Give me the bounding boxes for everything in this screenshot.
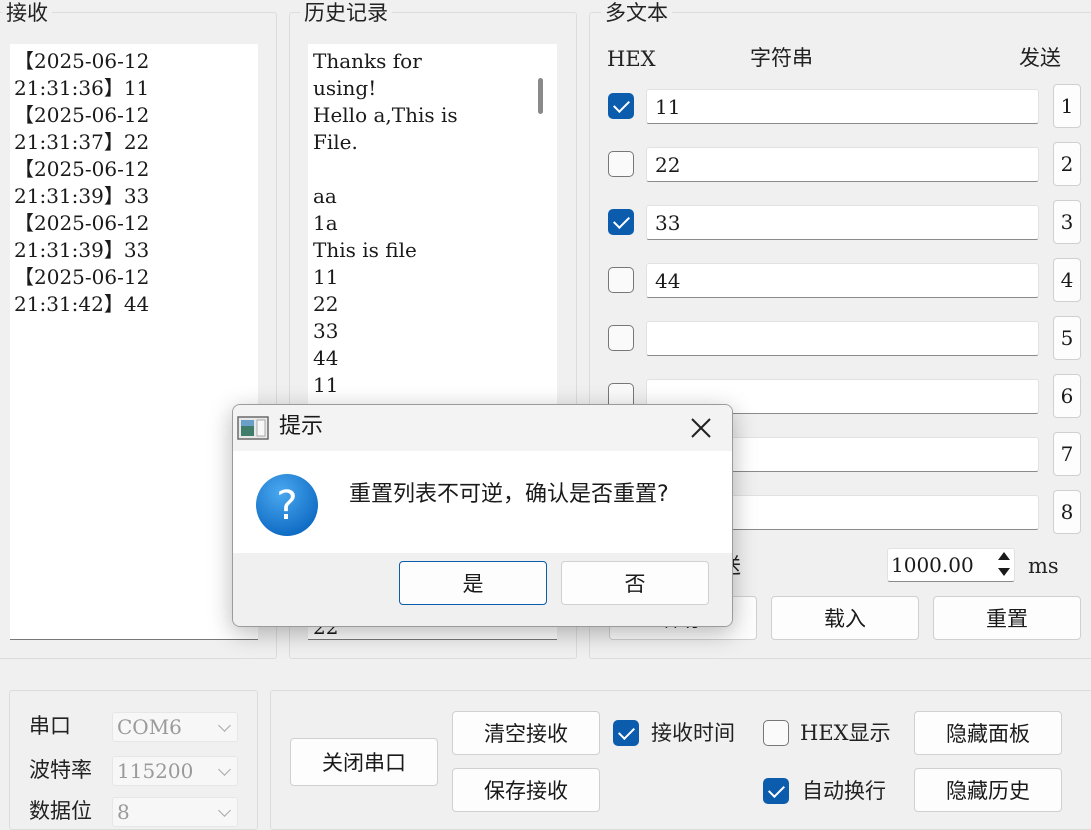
hex-checkbox-1[interactable] [608,93,634,119]
chevron-down-icon [218,763,231,776]
hex-display-label[interactable]: HEX显示 [800,720,891,746]
question-icon: ? [256,474,318,536]
receive-text-area[interactable]: 【2025-06-12 21:31:36】11 【2025-06-12 21:3… [10,44,258,640]
save-receive-label: 保存接收 [484,779,568,803]
receive-time-checkbox[interactable] [613,720,639,746]
dialog-title: 提示 [279,414,324,439]
svg-text:?: ? [276,483,297,529]
port-select[interactable]: COM6 [112,712,238,742]
yes-label: 是 [462,572,484,596]
history-list[interactable]: Thanks for using! Hello a,This is File. … [308,44,524,424]
multi-text-group-title: 多文本 [601,1,672,25]
auto-wrap-checkbox[interactable] [763,778,789,804]
send-button-6[interactable]: 6 [1053,374,1081,418]
baud-label: 波特率 [29,758,92,782]
dialog-message: 重置列表不可逆，确认是否重置? [349,482,669,507]
close-port-label: 关闭串口 [322,751,406,775]
no-button[interactable]: 否 [561,561,709,605]
spin-down-icon[interactable] [998,568,1010,576]
history-scrollbar[interactable] [524,44,557,424]
hide-panel-label: 隐藏面板 [946,722,1030,746]
load-label: 载入 [824,607,866,631]
confirm-dialog: 提示 ? 重置列表不可逆，确认是否重置? 是 否 [232,404,733,627]
clear-receive-button[interactable]: 清空接收 [452,711,600,755]
baud-value: 115200 [117,759,194,783]
send-column-header: 发送 [1019,46,1061,70]
clear-receive-label: 清空接收 [484,722,568,746]
reset-label: 重置 [986,607,1028,631]
send-button-1[interactable]: 1 [1053,84,1081,128]
string-input-5[interactable] [646,321,1039,356]
interval-value: 1000.00 [891,553,974,577]
port-label: 串口 [29,714,71,738]
chevron-down-icon [218,719,231,732]
hide-history-button[interactable]: 隐藏历史 [914,768,1062,812]
databits-label: 数据位 [29,799,92,823]
auto-wrap-label[interactable]: 自动换行 [802,778,886,804]
hex-checkbox-2[interactable] [608,151,634,177]
spin-up-icon[interactable] [998,552,1010,560]
string-input-4[interactable]: 44 [646,263,1039,298]
send-button-3[interactable]: 3 [1053,200,1081,244]
hex-checkbox-3[interactable] [608,209,634,235]
interval-spinbox[interactable]: 1000.00 [887,548,1015,582]
hex-display-checkbox[interactable] [763,720,789,746]
load-button[interactable]: 载入 [771,596,919,640]
string-input-2[interactable]: 22 [646,147,1039,182]
baud-select[interactable]: 115200 [112,756,238,786]
save-receive-button[interactable]: 保存接收 [452,768,600,812]
hex-checkbox-4[interactable] [608,267,634,293]
close-icon[interactable] [690,417,712,439]
interval-unit: ms [1028,554,1059,578]
history-scrollbar-thumb[interactable] [538,78,543,114]
dialog-title-bar: 提示 [233,405,732,451]
databits-select[interactable]: 8 [112,797,238,827]
hide-history-label: 隐藏历史 [946,779,1030,803]
send-button-7[interactable]: 7 [1053,432,1081,476]
send-button-8[interactable]: 8 [1053,490,1081,534]
databits-value: 8 [117,800,130,824]
string-column-header: 字符串 [750,46,813,70]
hex-checkbox-5[interactable] [608,325,634,351]
string-input-1[interactable]: 11 [646,89,1039,124]
receive-group-title: 接收 [2,1,52,25]
receive-time-label[interactable]: 接收时间 [651,720,735,746]
reset-button[interactable]: 重置 [933,596,1081,640]
hide-panel-button[interactable]: 隐藏面板 [914,711,1062,755]
history-group-title: 历史记录 [300,1,392,25]
dialog-body: ? 重置列表不可逆，确认是否重置? [233,451,732,553]
string-input-3[interactable]: 33 [646,205,1039,240]
send-button-2[interactable]: 2 [1053,142,1081,186]
hex-column-header: HEX [607,47,656,71]
port-value: COM6 [117,715,182,739]
chevron-down-icon [218,804,231,817]
no-label: 否 [624,572,646,596]
yes-button[interactable]: 是 [399,561,547,605]
send-button-4[interactable]: 4 [1053,258,1081,302]
close-port-button[interactable]: 关闭串口 [290,738,438,786]
send-button-5[interactable]: 5 [1053,316,1081,360]
dialog-footer: 是 否 [233,553,732,626]
app-window-icon [237,416,269,440]
